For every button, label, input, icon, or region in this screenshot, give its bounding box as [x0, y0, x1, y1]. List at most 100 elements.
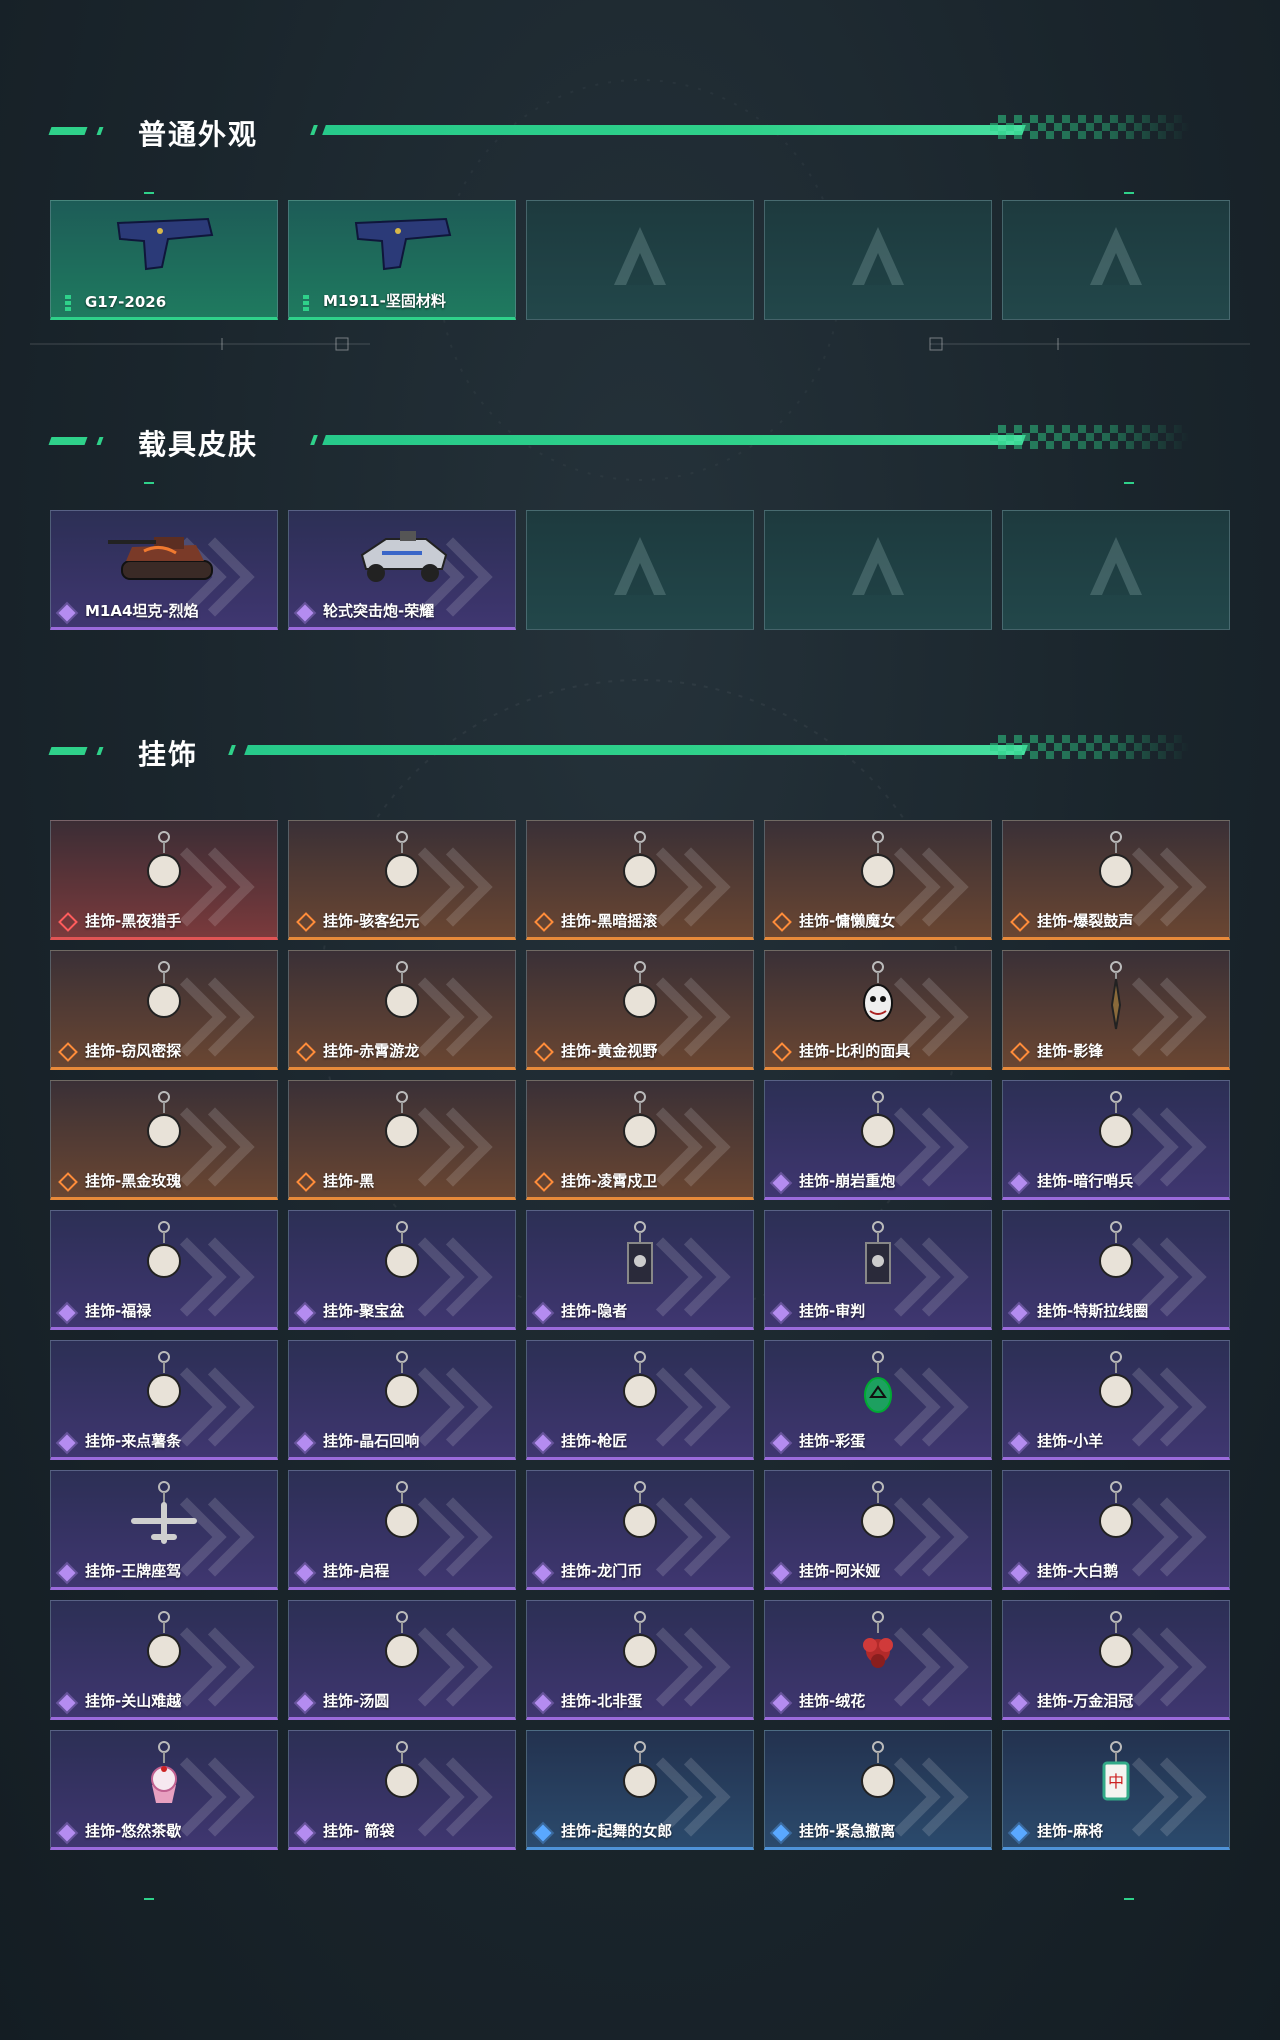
- item-card[interactable]: 挂饰-起舞的女郎: [526, 1730, 754, 1850]
- charm-icon: [580, 1475, 700, 1559]
- item-card[interactable]: 挂饰-晶石回响: [288, 1340, 516, 1460]
- rarity-purple-icon: [1010, 1304, 1028, 1322]
- item-name: 挂饰-启程: [323, 1562, 390, 1580]
- item-card[interactable]: 挂饰-枪匠: [526, 1340, 754, 1460]
- item-card[interactable]: M1A4坦克-烈焰: [50, 510, 278, 630]
- placeholder-logo-icon: [1090, 537, 1142, 595]
- item-card[interactable]: 挂饰-关山难越: [50, 1600, 278, 1720]
- item-name: G17-2026: [85, 293, 167, 311]
- header-bar: [322, 435, 1026, 445]
- item-card[interactable]: 挂饰-小羊: [1002, 1340, 1230, 1460]
- item-card[interactable]: 挂饰-黑暗摇滚: [526, 820, 754, 940]
- rarity-orange-icon: [1010, 1042, 1030, 1062]
- empty-slot: [764, 510, 992, 630]
- item-card[interactable]: 挂饰-万金泪冠: [1002, 1600, 1230, 1720]
- item-card[interactable]: 挂饰-赤霄游龙: [288, 950, 516, 1070]
- rarity-orange-icon: [296, 912, 316, 932]
- header-checker-pattern: [990, 735, 1190, 759]
- item-card[interactable]: 挂饰-凌霄戍卫: [526, 1080, 754, 1200]
- svg-text:中: 中: [1108, 1772, 1124, 1791]
- empty-slot: [526, 510, 754, 630]
- section-title: 载具皮肤: [138, 428, 259, 461]
- item-card[interactable]: 挂饰-绒花: [764, 1600, 992, 1720]
- header-bar-tick: [228, 745, 236, 755]
- charm-icon: [342, 1475, 462, 1559]
- item-card[interactable]: 轮式突击炮-荣耀: [288, 510, 516, 630]
- item-card[interactable]: 挂饰-悠然茶歇: [50, 1730, 278, 1850]
- empty-slot: [1002, 510, 1230, 630]
- item-card[interactable]: 挂饰-影锋: [1002, 950, 1230, 1070]
- item-card[interactable]: 挂饰- 箭袋: [288, 1730, 516, 1850]
- item-card[interactable]: 挂饰-隐者: [526, 1210, 754, 1330]
- placeholder-logo-icon: [614, 227, 666, 285]
- item-card[interactable]: 中挂饰-麻将: [1002, 1730, 1230, 1850]
- empty-slot: [764, 200, 992, 320]
- charm-icon: [342, 1605, 462, 1689]
- item-card[interactable]: 挂饰-彩蛋: [764, 1340, 992, 1460]
- item-card[interactable]: 挂饰-特斯拉线圈: [1002, 1210, 1230, 1330]
- item-card[interactable]: 挂饰-王牌座驾: [50, 1470, 278, 1590]
- item-card[interactable]: 挂饰-慵懒魔女: [764, 820, 992, 940]
- item-card[interactable]: 挂饰-黑: [288, 1080, 516, 1200]
- rarity-orange-icon: [534, 1172, 554, 1192]
- item-card[interactable]: 挂饰-紧急撤离: [764, 1730, 992, 1850]
- item-card[interactable]: 挂饰-比利的面具: [764, 950, 992, 1070]
- charm-icon: [104, 825, 224, 909]
- flower-charm-icon: [818, 1605, 938, 1689]
- item-card[interactable]: 挂饰-黑金玫瑰: [50, 1080, 278, 1200]
- item-card[interactable]: 挂饰-龙门币: [526, 1470, 754, 1590]
- item-card[interactable]: 挂饰-崩岩重炮: [764, 1080, 992, 1200]
- item-name: 挂饰-聚宝盆: [323, 1302, 405, 1320]
- section-title: 普通外观: [138, 118, 259, 151]
- item-card[interactable]: M1911-坚固材料: [288, 200, 516, 320]
- item-card[interactable]: 挂饰-黄金视野: [526, 950, 754, 1070]
- header-tick: [96, 747, 104, 755]
- rarity-blue-icon: [1010, 1824, 1028, 1842]
- rarity-purple-icon: [58, 1824, 76, 1842]
- item-card[interactable]: 挂饰-爆裂鼓声: [1002, 820, 1230, 940]
- section-header: 挂饰: [0, 730, 1280, 771]
- item-card[interactable]: 挂饰-审判: [764, 1210, 992, 1330]
- item-name: 挂饰-爆裂鼓声: [1037, 912, 1134, 930]
- mahjong-charm-icon: 中: [1056, 1735, 1176, 1819]
- placeholder-logo-icon: [852, 227, 904, 285]
- item-name: M1911-坚固材料: [323, 292, 446, 310]
- charm-icon: [1056, 1475, 1176, 1559]
- deco-tick: [1124, 482, 1134, 484]
- item-card[interactable]: 挂饰-福禄: [50, 1210, 278, 1330]
- header-tick: [96, 437, 104, 445]
- item-card[interactable]: 挂饰-阿米娅: [764, 1470, 992, 1590]
- item-card[interactable]: 挂饰-暗行哨兵: [1002, 1080, 1230, 1200]
- item-card[interactable]: 挂饰-窃风密探: [50, 950, 278, 1070]
- item-card[interactable]: 挂饰-北非蛋: [526, 1600, 754, 1720]
- header-checker-pattern: [990, 115, 1190, 139]
- item-grid: G17-2026 M1911-坚固材料: [50, 200, 1230, 320]
- item-name: 挂饰-彩蛋: [799, 1432, 866, 1450]
- rarity-green-icon: [303, 295, 309, 311]
- item-grid: M1A4坦克-烈焰 轮式突击炮-荣耀: [50, 510, 1230, 630]
- header-bar: [322, 125, 1026, 135]
- item-name: 挂饰-特斯拉线圈: [1037, 1302, 1149, 1320]
- item-card[interactable]: 挂饰-启程: [288, 1470, 516, 1590]
- item-card[interactable]: 挂饰-黑夜猎手: [50, 820, 278, 940]
- charm-icon: [818, 1475, 938, 1559]
- header-bar-tick: [310, 435, 318, 445]
- item-name: 挂饰-悠然茶歇: [85, 1822, 182, 1840]
- item-card[interactable]: 挂饰-来点薯条: [50, 1340, 278, 1460]
- rarity-blue-icon: [534, 1824, 552, 1842]
- charm-icon: [104, 1215, 224, 1299]
- item-card[interactable]: 挂饰-大白鹅: [1002, 1470, 1230, 1590]
- rarity-purple-icon: [772, 1304, 790, 1322]
- item-name: 挂饰-阿米娅: [799, 1562, 881, 1580]
- timeline-decoration: [30, 337, 1250, 351]
- rarity-red-icon: [58, 912, 78, 932]
- item-card[interactable]: G17-2026: [50, 200, 278, 320]
- rarity-orange-icon: [58, 1042, 78, 1062]
- rarity-purple-icon: [58, 604, 76, 622]
- item-card[interactable]: 挂饰-汤圆: [288, 1600, 516, 1720]
- item-name: 挂饰-骇客纪元: [323, 912, 420, 930]
- item-name: 挂饰- 箭袋: [323, 1822, 395, 1840]
- item-card[interactable]: 挂饰-聚宝盆: [288, 1210, 516, 1330]
- item-card[interactable]: 挂饰-骇客纪元: [288, 820, 516, 940]
- item-name: 挂饰-起舞的女郎: [561, 1822, 673, 1840]
